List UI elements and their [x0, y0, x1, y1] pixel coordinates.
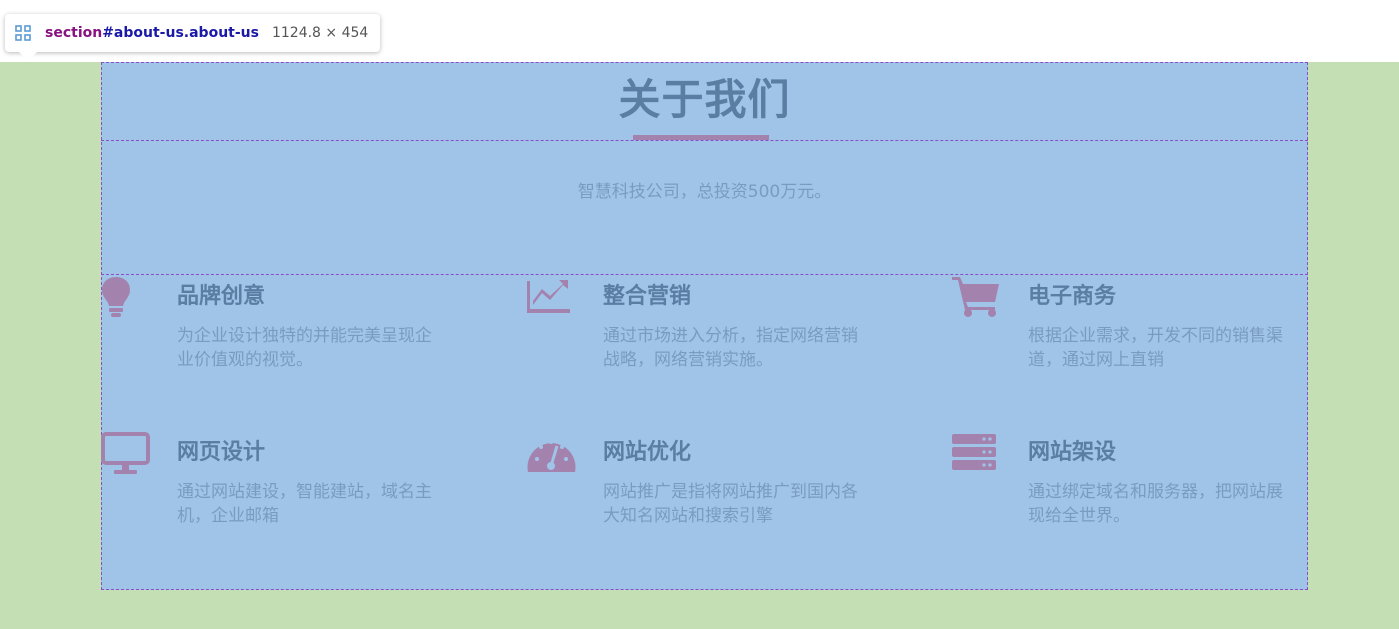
shopping-cart-icon — [952, 276, 1004, 324]
tooltip-dimensions: 1124.8 × 454 — [271, 25, 369, 41]
feature-desc: 为企业设计独特的并能完美呈现企业价值观的视觉。 — [177, 326, 432, 370]
tachometer-icon — [527, 432, 579, 480]
lightbulb-icon — [101, 276, 153, 324]
feature-desc: 网站推广是指将网站推广到国内各大知名网站和搜索引擎 — [603, 482, 858, 526]
feature-item-marketing: 整合营销 通过市场进入分析，指定网络营销战略，网络营销实施。 — [527, 276, 858, 396]
title-underline — [633, 135, 769, 140]
desktop-icon — [101, 432, 153, 480]
feature-item-brand: 品牌创意 为企业设计独特的并能完美呈现企业价值观的视觉。 — [101, 276, 432, 396]
feature-desc: 通过绑定域名和服务器，把网站展现给全世界。 — [1028, 482, 1283, 526]
feature-desc: 通过网站建设，智能建站，域名主机，企业邮箱 — [177, 482, 432, 526]
feature-title: 网站架设 — [1028, 440, 1117, 465]
guide-line-intro-bottom — [101, 274, 1308, 275]
feature-title: 网站优化 — [603, 440, 692, 465]
server-icon — [952, 432, 1004, 480]
guide-line-title-bottom — [101, 140, 1308, 141]
feature-desc: 通过市场进入分析，指定网络营销战略，网络营销实施。 — [603, 326, 858, 370]
inspector-tooltip: section #about-us.about-us 1124.8 × 454 — [5, 14, 381, 52]
tooltip-selector: #about-us.about-us — [102, 25, 259, 41]
chart-line-icon — [527, 276, 579, 324]
feature-title: 整合营销 — [603, 284, 692, 309]
grid-layout-icon — [15, 25, 31, 41]
section-title: 关于我们 — [618, 75, 791, 124]
feature-item-seo: 网站优化 网站推广是指将网站推广到国内各大知名网站和搜索引擎 — [527, 432, 858, 552]
inspector-stage: 关于我们 智慧科技公司，总投资500万元。 品牌创意 为企业设计独特的并能完美呈… — [0, 0, 1399, 629]
feature-title: 电子商务 — [1028, 284, 1117, 309]
tooltip-arrow — [19, 52, 37, 61]
tooltip-tag-name: section — [45, 25, 103, 41]
feature-item-ecommerce: 电子商务 根据企业需求，开发不同的销售渠道，通过网上直销 — [952, 276, 1283, 396]
feature-title: 品牌创意 — [177, 284, 266, 309]
feature-title: 网页设计 — [177, 440, 266, 465]
feature-desc: 根据企业需求，开发不同的销售渠道，通过网上直销 — [1028, 326, 1283, 370]
feature-item-hosting: 网站架设 通过绑定域名和服务器，把网站展现给全世界。 — [952, 432, 1283, 552]
feature-item-webdesign: 网页设计 通过网站建设，智能建站，域名主机，企业邮箱 — [101, 432, 432, 552]
section-intro: 智慧科技公司，总投资500万元。 — [577, 182, 832, 202]
